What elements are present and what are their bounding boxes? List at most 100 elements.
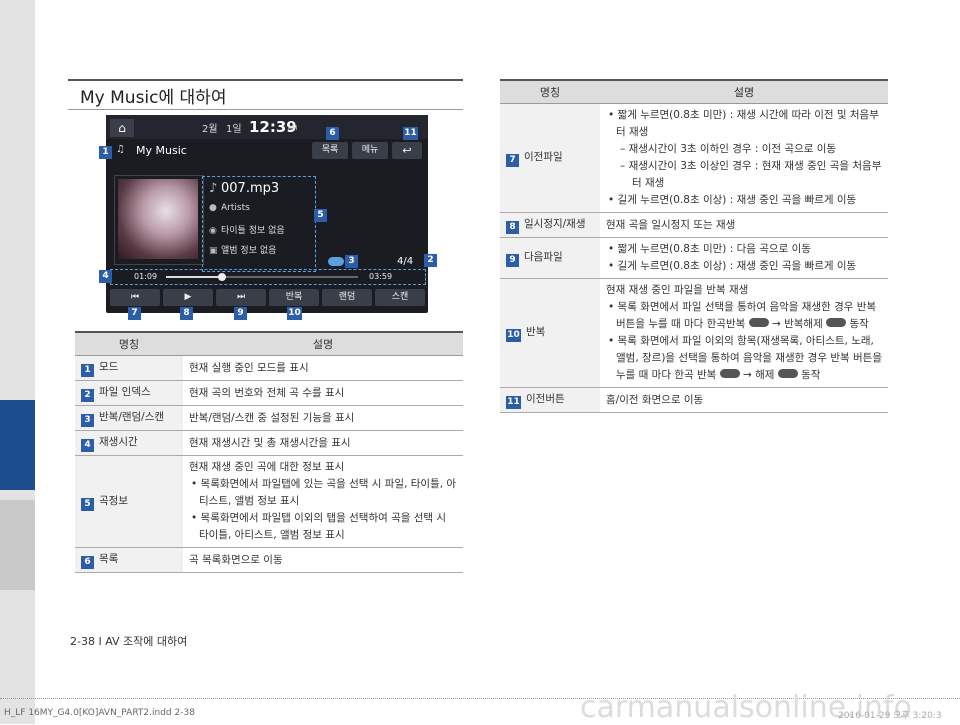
callout-11: 11: [403, 127, 418, 140]
artist-name: Artists: [221, 203, 250, 213]
row-desc-bullet: • 목록화면에서 파일탭 이외의 탭을 선택하여 곡을 선택 시 타이틀, 아티…: [191, 512, 447, 541]
row-desc: 현재 실행 중인 모드를 표시: [183, 355, 463, 381]
side-tab-active: [0, 400, 35, 490]
row-number: 3: [81, 414, 94, 427]
row-number: 4: [81, 439, 94, 452]
row-desc: 현재 곡을 일시정지 또는 재생: [600, 212, 888, 238]
table-row: 10 반복 현재 재생 중인 파일을 반복 재생 • 목록 화면에서 파일 선택을…: [500, 278, 888, 388]
repeat-off-icon: [826, 318, 847, 327]
repeat-button[interactable]: 반복: [269, 289, 319, 306]
row-desc-line: 현재 재생 중인 곡에 대한 정보 표시: [189, 461, 345, 473]
left-description-table: 명칭 설명 1 모드 현재 실행 중인 모드를 표시 2 파일 인덱스 현재 곡의 번호와…: [75, 331, 463, 573]
album-art: [118, 179, 198, 259]
callout-9: 9: [234, 307, 247, 320]
repeat-one-icon: [748, 318, 769, 327]
row-desc-sub: – 재생시간이 3초 이상인 경우 : 현재 재생 중인 곡을 처음부터 재생: [620, 160, 882, 189]
row-number: 10: [506, 329, 521, 342]
row-name: 모드: [99, 361, 119, 373]
title-info: 타이틀 정보 없음: [221, 226, 285, 236]
album-info: 앨범 정보 없음: [221, 246, 277, 256]
row-desc: 현재 곡의 번호와 전체 곡 수를 표시: [183, 380, 463, 406]
title-icon: ◉: [209, 226, 217, 236]
row-desc-text: → 해제: [742, 369, 775, 381]
play-button[interactable]: ▶: [163, 289, 213, 306]
list-button[interactable]: 목록: [312, 142, 348, 159]
file-name: 007.mp3: [221, 181, 280, 196]
scan-button[interactable]: 스캔: [375, 289, 425, 306]
row-number: 5: [81, 497, 94, 511]
row-number: 6: [81, 556, 94, 569]
elapsed-time: 01:09: [134, 272, 158, 281]
col-header-desc: 설명: [600, 79, 888, 104]
row-desc: 곡 목록화면으로 이동: [183, 547, 463, 573]
side-tab: [0, 500, 35, 590]
row-desc-text: 동작: [849, 318, 869, 330]
row-desc-bullet: • 길게 누르면(0.8초 이상) : 재생 중인 곡을 빠르게 이동: [608, 194, 857, 206]
row-number: 2: [81, 389, 94, 402]
row-desc: 현재 재생시간 및 총 재생시간을 표시: [183, 430, 463, 456]
row-desc: 홈/이전 화면으로 이동: [600, 387, 888, 413]
callout-4: 4: [99, 270, 112, 283]
row-desc-line: 현재 재생 중인 파일을 반복 재생: [606, 284, 749, 296]
back-arrow-icon[interactable]: ↩: [392, 142, 422, 159]
note-icon: ♪: [209, 181, 218, 196]
row-desc-bullet: • 짧게 누르면(0.8초 미만) : 다음 곡으로 이동: [608, 243, 811, 255]
callout-1: 1: [99, 146, 112, 159]
right-description-table: 명칭 설명 7 이전파일 • 짧게 누르면(0.8초 미만) : 재생 시간에 따라…: [500, 79, 888, 413]
row-number: 1: [81, 364, 94, 377]
callout-5: 5: [314, 209, 327, 222]
callout-10: 10: [287, 307, 302, 320]
file-index: 4/4: [397, 256, 414, 267]
row-name: 파일 인덱스: [99, 386, 151, 398]
next-button[interactable]: ⏭: [216, 289, 266, 306]
mode-label: My Music: [136, 144, 187, 157]
repeat-one-icon: [719, 369, 740, 378]
prev-button[interactable]: ⏮: [110, 289, 160, 306]
row-desc-bullet: • 짧게 누르면(0.8초 미만) : 재생 시간에 따라 이전 및 처음부터 …: [608, 109, 879, 138]
row-name: 이전파일: [524, 151, 563, 163]
progress-knob[interactable]: [217, 273, 226, 281]
music-screen: ⌂ 2월 1일 12:39 AM ♫ My Music 목록 메뉴 ↩ ♪ 007…: [106, 115, 428, 313]
progress-fill: [166, 276, 222, 278]
progress-track[interactable]: [166, 273, 358, 281]
ampm: AM: [288, 125, 298, 132]
date-month: 2월: [202, 124, 218, 135]
callout-6: 6: [326, 127, 339, 140]
row-desc-bullet: • 목록화면에서 파일탭에 있는 곡을 선택 시 파일, 타이틀, 아티스트, …: [191, 478, 457, 507]
row-name: 곡정보: [99, 494, 128, 507]
home-icon[interactable]: ⌂: [110, 119, 134, 137]
row-name: 목록: [99, 553, 119, 565]
date-day: 1일: [226, 124, 242, 135]
table-row: 1 모드 현재 실행 중인 모드를 표시: [75, 355, 463, 381]
menu-button[interactable]: 메뉴: [352, 142, 388, 159]
row-number: 7: [506, 154, 519, 167]
table-row: 4 재생시간 현재 재생시간 및 총 재생시간을 표시: [75, 430, 463, 456]
col-header-name: 명칭: [500, 79, 600, 104]
album-icon: ▣: [209, 246, 218, 256]
print-info-left: H_LF 16MY_G4.0[KO]AVN_PART2.indd 2-38: [4, 708, 195, 718]
random-button[interactable]: 랜덤: [322, 289, 372, 306]
total-time: 03:59: [369, 272, 393, 281]
row-desc-bullet: • 목록 화면에서 파일 선택을 통하여 음악을 재생한 경우 반복 버튼을 누…: [606, 299, 882, 333]
row-name: 이전버튼: [526, 393, 565, 405]
print-info-right: 2016-01-29 오후 3:20:3: [838, 711, 942, 721]
row-desc: 반복/랜덤/스캔 중 설정된 기능을 표시: [183, 405, 463, 431]
repeat-off-icon: [777, 369, 798, 378]
row-name: 반복/랜덤/스캔: [99, 411, 165, 423]
section-title-box: My Music에 대하여: [68, 79, 463, 110]
row-name: 일시정지/재생: [524, 218, 586, 230]
artist-icon: ●: [209, 203, 217, 213]
row-desc-bullet: • 길게 누르면(0.8초 이상) : 재생 중인 곡을 빠르게 이동: [608, 260, 857, 272]
table-row: 6 목록 곡 목록화면으로 이동: [75, 547, 463, 573]
table-row: 5 곡정보 현재 재생 중인 곡에 대한 정보 표시 • 목록화면에서 파일탭에 있…: [75, 455, 463, 548]
callout-8: 8: [180, 307, 193, 320]
repeat-status-icon: [328, 257, 344, 266]
table-row: 9 다음파일 • 짧게 누르면(0.8초 미만) : 다음 곡으로 이동 • 길게 …: [500, 237, 888, 279]
row-name: 반복: [526, 326, 546, 338]
row-desc-text: → 반복해제: [771, 318, 823, 330]
table-row: 2 파일 인덱스 현재 곡의 번호와 전체 곡 수를 표시: [75, 380, 463, 406]
col-header-desc: 설명: [183, 331, 463, 356]
row-desc-text: 동작: [801, 369, 821, 381]
table-row: 11 이전버튼 홈/이전 화면으로 이동: [500, 387, 888, 413]
side-tab-strip: [0, 0, 35, 724]
